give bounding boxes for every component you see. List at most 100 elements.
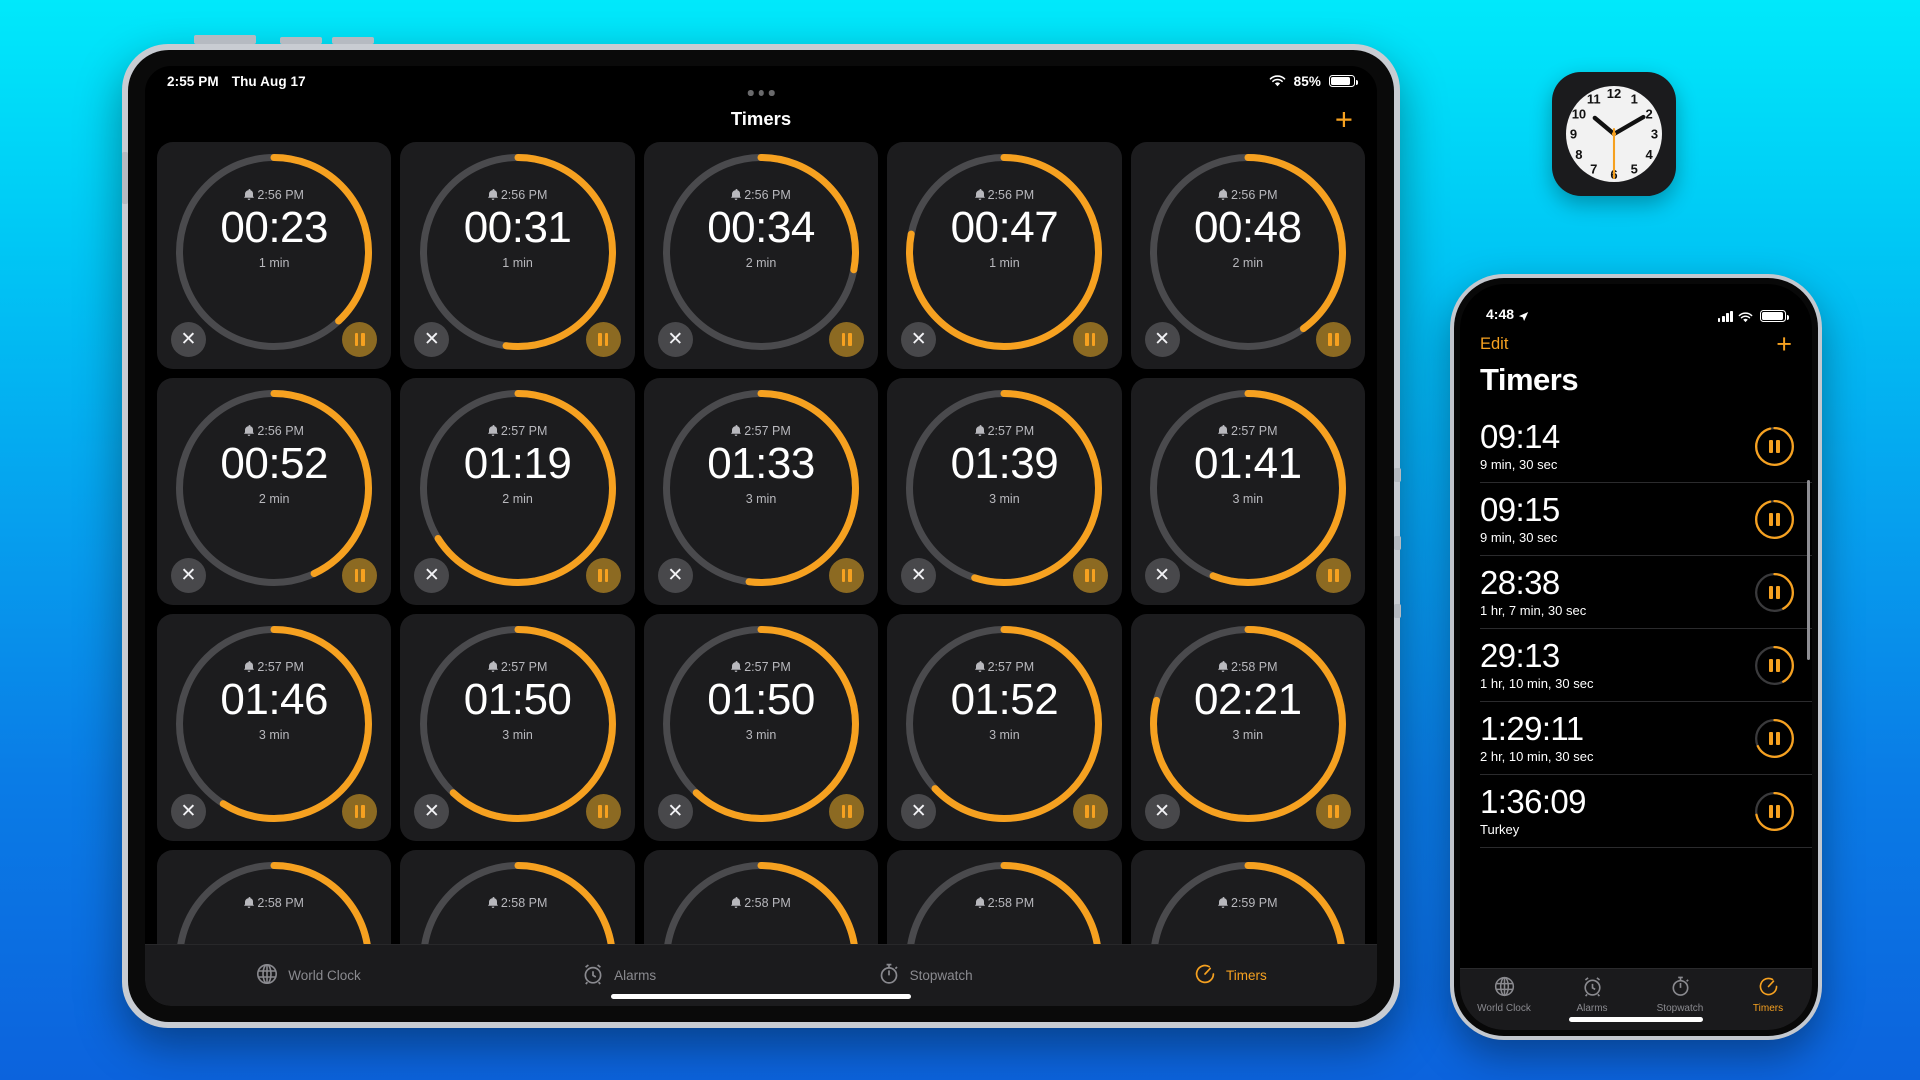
- cancel-timer-button[interactable]: ✕: [1144, 322, 1180, 357]
- add-timer-button[interactable]: +: [1776, 330, 1792, 358]
- timer-card[interactable]: 2:57 PM 01:50 3 min ✕: [400, 614, 635, 841]
- cancel-timer-button[interactable]: ✕: [657, 322, 693, 357]
- tab-stopwatch[interactable]: Stopwatch: [1643, 975, 1717, 1014]
- pause-timer-button[interactable]: [1754, 791, 1795, 831]
- timer-card[interactable]: 2:56 PM 00:23 1 min ✕: [157, 142, 392, 369]
- edit-button[interactable]: Edit: [1480, 335, 1508, 354]
- pause-timer-button[interactable]: [1072, 558, 1108, 593]
- pause-timer-button[interactable]: [829, 794, 865, 829]
- timer-card[interactable]: 2:56 PM 00:48 2 min ✕: [1130, 142, 1365, 369]
- timer-duration: 3 min: [745, 727, 777, 742]
- pause-timer-button[interactable]: [1754, 572, 1795, 612]
- cancel-timer-button[interactable]: ✕: [901, 322, 937, 357]
- timer-card[interactable]: 2:59 PM ✕: [1130, 850, 1365, 944]
- timer-card[interactable]: 2:56 PM 00:52 2 min ✕: [157, 378, 392, 605]
- cancel-timer-button[interactable]: ✕: [901, 558, 937, 593]
- timer-remaining: 09:15: [1480, 491, 1560, 529]
- timer-card[interactable]: 2:56 PM 00:47 1 min ✕: [887, 142, 1122, 369]
- tab-stopwatch[interactable]: Stopwatch: [877, 962, 973, 989]
- home-indicator[interactable]: [611, 994, 911, 999]
- cancel-timer-button[interactable]: ✕: [171, 322, 206, 357]
- pause-timer-button[interactable]: [1072, 794, 1108, 829]
- timer-alarm-time: 2:58 PM: [244, 896, 304, 910]
- timer-card[interactable]: 2:58 PM ✕: [157, 850, 392, 944]
- pause-timer-button[interactable]: [1754, 499, 1795, 539]
- timer-list-item[interactable]: 29:13 1 hr, 10 min, 30 sec: [1480, 629, 1812, 702]
- timer-card[interactable]: 2:57 PM 01:46 3 min ✕: [157, 614, 392, 841]
- timer-list-item[interactable]: 09:14 9 min, 30 sec: [1480, 410, 1812, 483]
- svg-text:1: 1: [1631, 92, 1638, 107]
- timer-card[interactable]: 2:57 PM 01:50 3 min ✕: [643, 614, 879, 841]
- timer-list-item[interactable]: 1:36:09 Turkey: [1480, 775, 1812, 848]
- tab-alarms[interactable]: Alarms: [581, 962, 656, 989]
- clock-app-icon[interactable]: 121234567891011: [1552, 72, 1676, 196]
- timer-card[interactable]: 2:58 PM ✕: [887, 850, 1122, 944]
- timer-remaining: 01:33: [707, 439, 815, 488]
- timer-card[interactable]: 2:57 PM 01:19 2 min ✕: [400, 378, 635, 605]
- tab-alarms[interactable]: Alarms: [1555, 975, 1629, 1014]
- cancel-timer-button[interactable]: ✕: [657, 794, 693, 829]
- timer-card[interactable]: 2:58 PM 02:21 3 min ✕: [1130, 614, 1365, 841]
- timer-alarm-time-label: 2:56 PM: [257, 188, 304, 202]
- home-indicator[interactable]: [1569, 1017, 1703, 1022]
- svg-text:3: 3: [1651, 127, 1658, 142]
- ipad-volume-down-button[interactable]: [332, 37, 374, 44]
- cancel-timer-button[interactable]: ✕: [171, 558, 206, 593]
- timer-remaining: 09:14: [1480, 418, 1560, 456]
- globe-icon: [255, 962, 279, 989]
- timer-duration: 3 min: [1232, 727, 1264, 742]
- timer-alarm-time: 2:59 PM: [1218, 896, 1278, 910]
- timer-alarm-time: 2:56 PM: [1218, 188, 1278, 202]
- pause-timer-button[interactable]: [585, 558, 621, 593]
- ipad-volume-up-button[interactable]: [280, 37, 322, 44]
- ipad-side-contact-1: [1394, 468, 1401, 482]
- timer-alarm-time: 2:57 PM: [731, 660, 791, 674]
- pause-timer-button[interactable]: [829, 322, 865, 357]
- timer-remaining: 00:31: [463, 203, 572, 252]
- timer-alarm-time: 2:57 PM: [731, 424, 791, 438]
- cancel-timer-button[interactable]: ✕: [657, 558, 693, 593]
- pause-timer-button[interactable]: [829, 558, 865, 593]
- ipad-power-button[interactable]: [194, 35, 256, 44]
- cancel-timer-button[interactable]: ✕: [1144, 558, 1180, 593]
- timer-card[interactable]: 2:57 PM 01:52 3 min ✕: [887, 614, 1122, 841]
- timer-alarm-time-label: 2:57 PM: [500, 660, 548, 674]
- tab-world-clock[interactable]: World Clock: [1467, 975, 1541, 1014]
- pause-timer-button[interactable]: [1315, 558, 1351, 593]
- timer-list-item[interactable]: 09:15 9 min, 30 sec: [1480, 483, 1812, 556]
- timer-remaining: 01:50: [707, 675, 815, 724]
- timer-card[interactable]: 2:57 PM 01:39 3 min ✕: [887, 378, 1122, 605]
- close-icon: ✕: [423, 329, 440, 350]
- timer-card[interactable]: 2:57 PM 01:33 3 min ✕: [643, 378, 879, 605]
- svg-text:8: 8: [1575, 147, 1582, 162]
- timer-duration: 2 min: [502, 491, 533, 506]
- timer-card[interactable]: 2:57 PM 01:41 3 min ✕: [1130, 378, 1365, 605]
- timer-list-item[interactable]: 28:38 1 hr, 7 min, 30 sec: [1480, 556, 1812, 629]
- tab-timers[interactable]: Timers: [1731, 975, 1805, 1014]
- multitask-dots-icon[interactable]: [747, 90, 775, 96]
- iphone-timers-list[interactable]: 09:14 9 min, 30 sec 09:15 9 min, 30 sec …: [1460, 410, 1812, 968]
- tab-timers[interactable]: Timers: [1193, 962, 1267, 989]
- scrollbar[interactable]: [1807, 480, 1810, 660]
- timer-card[interactable]: 2:56 PM 00:34 2 min ✕: [643, 142, 879, 369]
- pause-timer-button[interactable]: [585, 322, 621, 357]
- cancel-timer-button[interactable]: ✕: [1144, 794, 1180, 829]
- cancel-timer-button[interactable]: ✕: [171, 794, 206, 829]
- tab-world-clock[interactable]: World Clock: [255, 962, 361, 989]
- timer-card[interactable]: 2:56 PM 00:31 1 min ✕: [400, 142, 635, 369]
- cancel-timer-button[interactable]: ✕: [901, 794, 937, 829]
- timer-alarm-time-label: 2:57 PM: [987, 660, 1035, 674]
- pause-timer-button[interactable]: [1754, 645, 1795, 685]
- pause-timer-button[interactable]: [1754, 718, 1795, 758]
- pause-timer-button[interactable]: [1315, 794, 1351, 829]
- timer-list-item[interactable]: 1:29:11 2 hr, 10 min, 30 sec: [1480, 702, 1812, 775]
- timer-card[interactable]: 2:58 PM ✕: [400, 850, 635, 944]
- pause-timer-button[interactable]: [1315, 322, 1351, 357]
- add-timer-button[interactable]: +: [1335, 104, 1353, 135]
- pause-timer-button[interactable]: [1754, 426, 1795, 466]
- timer-remaining: 01:39: [950, 439, 1059, 488]
- timer-card[interactable]: 2:58 PM ✕: [643, 850, 879, 944]
- pause-timer-button[interactable]: [585, 794, 621, 829]
- ipad-timers-scroll-area[interactable]: 2:56 PM 00:23 1 min ✕ 2:56 PM 00:31 1 mi…: [145, 142, 1377, 944]
- pause-timer-button[interactable]: [1072, 322, 1108, 357]
